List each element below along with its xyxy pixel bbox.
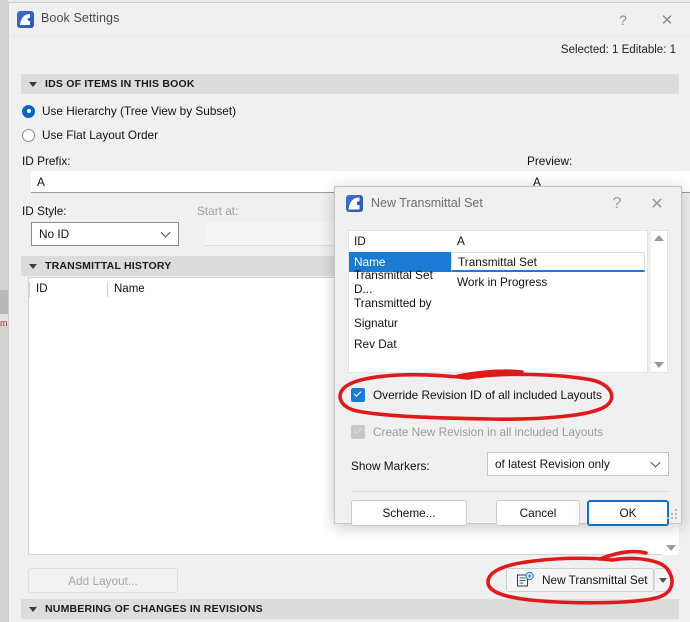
table-row[interactable]: Rev Dat	[349, 334, 647, 355]
property-value[interactable]: Work in Progress	[451, 275, 547, 289]
new-transmittal-set-button[interactable]: New Transmittal Set	[506, 568, 654, 592]
scroll-down-arrow-icon[interactable]	[654, 362, 664, 368]
property-key: Transmitted by	[354, 295, 432, 310]
selection-status-text: Selected: 1 Editable: 1	[560, 44, 676, 56]
check-icon	[353, 426, 362, 434]
radio-use-hierarchy[interactable]: Use Hierarchy (Tree View by Subset)	[22, 104, 236, 118]
radio-use-flat-layout-order-label: Use Flat Layout Order	[42, 128, 159, 142]
radio-use-hierarchy-label: Use Hierarchy (Tree View by Subset)	[42, 104, 237, 118]
archicad-icon	[17, 11, 34, 28]
radio-use-flat-layout-order[interactable]: Use Flat Layout Order	[22, 128, 158, 142]
check-icon	[353, 389, 362, 397]
chevron-down-icon	[160, 227, 171, 238]
modal-close-icon[interactable]: ✕	[637, 187, 677, 220]
modal-title: New Transmittal Set	[371, 196, 483, 210]
override-revision-id-checkbox[interactable]: Override Revision ID of all included Lay…	[351, 388, 602, 402]
section-header-transmittal-history-label: TRANSMITTAL HISTORY	[45, 260, 172, 272]
section-header-ids[interactable]: IDS OF ITEMS IN THIS BOOK	[21, 74, 679, 94]
new-document-plus-icon	[516, 571, 536, 588]
selection-status: Selected: 1 Editable: 1	[561, 44, 676, 56]
table-row[interactable]: Transmittal Set D... Work in Progress	[349, 268, 647, 296]
modal-table-scrollbar[interactable]	[651, 230, 668, 373]
modal-help-icon[interactable]: ?	[597, 187, 637, 220]
id-prefix-label: ID Prefix:	[22, 154, 71, 168]
new-transmittal-set-dropdown-button[interactable]	[654, 568, 672, 592]
id-style-select[interactable]: No ID	[31, 222, 179, 246]
property-value-input[interactable]: Transmittal Set	[451, 251, 645, 272]
radio-use-hierarchy-indicator	[22, 104, 35, 118]
window-titlebar: Book Settings ? ✕	[9, 3, 690, 36]
modal-titlebar: New Transmittal Set ? ✕	[335, 187, 681, 220]
create-new-revision-label: Create New Revision in all included Layo…	[373, 425, 604, 439]
scroll-down-arrow-icon[interactable]	[665, 545, 676, 551]
chevron-down-icon	[29, 606, 37, 612]
cancel-button-label: Cancel	[519, 506, 557, 520]
add-layout-button[interactable]: Add Layout...	[28, 568, 178, 593]
property-key: Rev Dat	[354, 336, 397, 351]
screen: m Book Settings ? ✕ Selected: 1 Editable…	[0, 0, 690, 622]
modal-resize-grip[interactable]	[667, 509, 678, 520]
chevron-down-icon	[650, 457, 661, 468]
chevron-down-icon	[29, 81, 37, 87]
background-glyph: m	[0, 318, 8, 328]
help-icon[interactable]: ?	[602, 3, 644, 36]
column-header-id[interactable]: ID	[29, 281, 107, 297]
close-icon[interactable]: ✕	[646, 3, 688, 36]
scroll-up-arrow-icon[interactable]	[654, 235, 664, 241]
id-prefix-value: A	[37, 174, 45, 189]
table-row[interactable]: Transmitted by	[349, 293, 647, 314]
show-markers-select[interactable]: of latest Revision only	[487, 452, 669, 476]
new-transmittal-set-dialog: New Transmittal Set ? ✕ ID A Name Transm…	[334, 186, 682, 526]
ok-button-label: OK	[619, 506, 637, 520]
window-title: Book Settings	[41, 11, 120, 25]
override-revision-id-label: Override Revision ID of all included Lay…	[373, 388, 602, 402]
property-value[interactable]: A	[451, 234, 465, 248]
preview-label: Preview:	[527, 154, 573, 168]
archicad-swoosh-icon	[20, 14, 31, 25]
id-style-value: No ID	[39, 227, 70, 241]
property-key: ID	[354, 234, 366, 249]
checkbox-indicator	[351, 388, 365, 402]
ok-button[interactable]: OK	[587, 500, 669, 526]
add-layout-label: Add Layout...	[68, 573, 138, 588]
section-header-numbering[interactable]: NUMBERING OF CHANGES IN REVISIONS	[21, 599, 679, 619]
new-transmittal-set-label: New Transmittal Set	[542, 573, 648, 587]
show-markers-value: of latest Revision only	[495, 457, 610, 471]
archicad-swoosh-icon	[348, 197, 361, 210]
cancel-button[interactable]: Cancel	[496, 500, 580, 526]
table-row[interactable]: ID A	[349, 231, 647, 252]
start-at-input	[205, 222, 345, 246]
show-markers-label: Show Markers:	[351, 459, 430, 473]
table-row[interactable]: Signatur	[349, 313, 647, 334]
chevron-down-icon	[659, 577, 667, 583]
background-app-strip: m	[0, 0, 8, 622]
radio-use-flat-layout-order-indicator	[22, 128, 35, 142]
start-at-label: Start at:	[197, 204, 239, 218]
section-header-ids-label: IDS OF ITEMS IN THIS BOOK	[45, 78, 195, 90]
id-style-label: ID Style:	[22, 204, 67, 218]
create-new-revision-checkbox: Create New Revision in all included Layo…	[351, 425, 603, 439]
archicad-icon	[346, 195, 363, 212]
scheme-button[interactable]: Scheme...	[351, 500, 467, 526]
chevron-down-icon	[29, 263, 37, 269]
transmittal-properties-table[interactable]: ID A Name Transmittal Set Transmittal Se…	[348, 230, 648, 373]
modal-divider	[351, 491, 669, 492]
property-key: Signatur	[354, 316, 398, 331]
section-header-numbering-label: NUMBERING OF CHANGES IN REVISIONS	[45, 603, 263, 615]
property-key: Transmittal Set D...	[354, 268, 433, 297]
checkbox-indicator	[351, 425, 365, 439]
scheme-button-label: Scheme...	[382, 506, 436, 520]
